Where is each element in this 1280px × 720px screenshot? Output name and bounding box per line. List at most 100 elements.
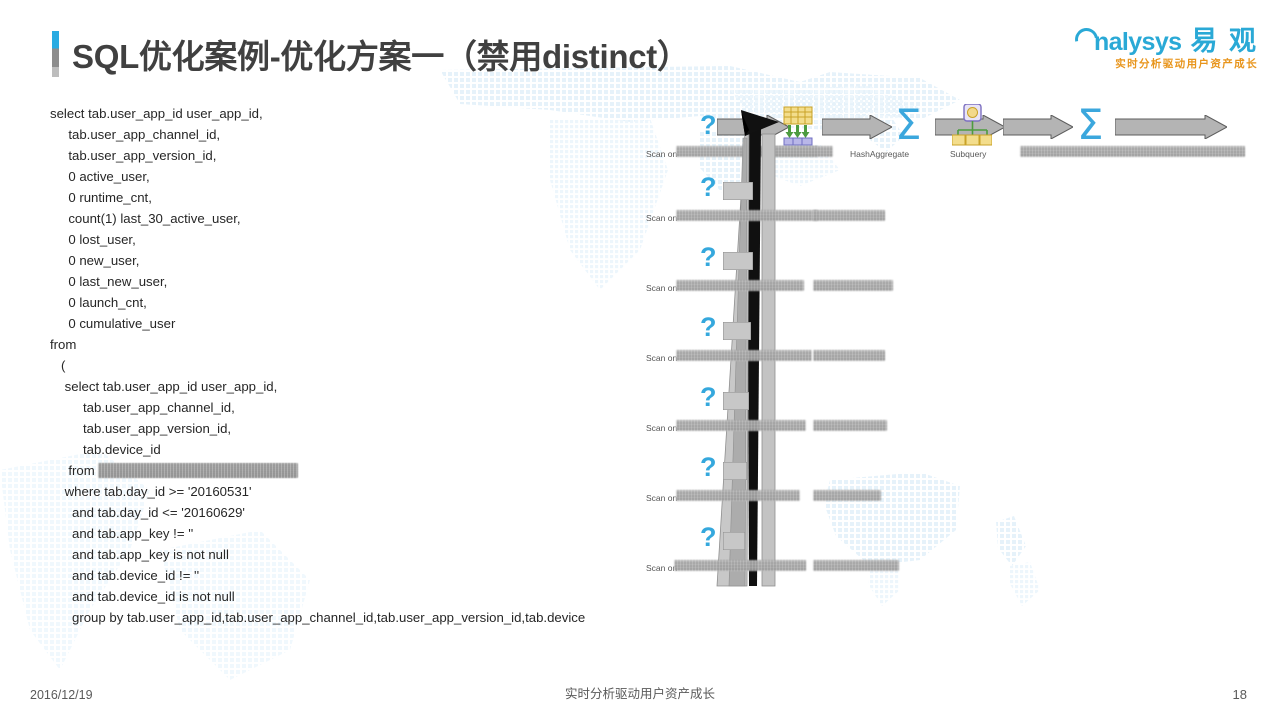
scan-stub-arrow-5	[723, 462, 747, 480]
sql-line: select tab.user_app_id user_app_id,	[50, 103, 650, 124]
sql-line: select tab.user_app_id user_app_id,	[50, 376, 650, 397]
flow-arrow-5	[1115, 115, 1227, 139]
redacted-scan-right-3	[813, 350, 885, 361]
query-execution-plan-diagram: ? Scan on Σ HashAggregate Subquery Σ ? S…	[645, 98, 1245, 588]
redacted-scan-right-4	[813, 420, 887, 431]
sql-line-text: and tab.app_key != ''	[50, 526, 194, 541]
redacted-scan-left-6	[674, 560, 806, 571]
redacted-scan-right-6	[813, 560, 899, 571]
question-mark-icon-3: ?	[700, 312, 717, 342]
logo-english: nalysys	[1093, 28, 1182, 56]
flow-arrow-2	[822, 115, 892, 139]
sql-line-text: tab.user_app_channel_id,	[50, 400, 235, 415]
sql-line: 0 new_user,	[50, 250, 650, 271]
title-accent-bar	[52, 31, 59, 77]
sql-line-text: select tab.user_app_id user_app_id,	[50, 379, 278, 394]
sql-code-block: select tab.user_app_id user_app_id, tab.…	[50, 103, 650, 628]
sql-line: tab.user_app_version_id,	[50, 418, 650, 439]
scan-on-label-6: Scan on	[646, 563, 678, 573]
scan-stub-arrow-3	[723, 322, 751, 340]
subquery-label: Subquery	[950, 149, 987, 159]
sql-line-text: and tab.app_key is not null	[50, 547, 229, 562]
sql-line: and tab.app_key != ''	[50, 523, 650, 544]
sql-line-text: and tab.device_id is not null	[50, 589, 235, 604]
footer-slogan: 实时分析驱动用户资产成长	[564, 687, 715, 701]
sql-line: tab.user_app_version_id,	[50, 145, 650, 166]
logo-tagline: 实时分析驱动用户资产成长	[1115, 58, 1258, 70]
sql-line-text: and tab.day_id <= '20160629'	[50, 505, 245, 520]
sql-line-text: from	[50, 463, 99, 478]
sql-line: and tab.device_id is not null	[50, 586, 650, 607]
redacted-scan-left-1	[676, 210, 818, 221]
scan-stub-arrow-2	[723, 252, 753, 270]
scan-on-label-2: Scan on	[646, 283, 678, 293]
sql-line: and tab.day_id <= '20160629'	[50, 502, 650, 523]
scan-stub-arrow-6	[723, 532, 745, 550]
question-mark-icon-2: ?	[700, 242, 717, 272]
page-title: SQL优化案例-优化方案一（禁用distinct）	[72, 38, 690, 75]
sql-line-text: 0 new_user,	[50, 253, 140, 268]
redacted-scan-right-2	[813, 280, 893, 291]
sql-line: from	[50, 334, 650, 355]
sql-line: group by tab.user_app_id,tab.user_app_ch…	[50, 607, 650, 628]
footer-page-number: 18	[1232, 687, 1247, 702]
slide: SQL优化案例-优化方案一（禁用distinct） nalysys 易 观 实时…	[0, 0, 1280, 720]
scan-on-label-0: Scan on	[646, 149, 678, 159]
sql-line-text: from	[50, 337, 77, 352]
sql-line: 0 active_user,	[50, 166, 650, 187]
sigma-icon-final: Σ	[1077, 100, 1104, 149]
logo-chinese: 易 观	[1190, 26, 1258, 56]
redacted-scan-left-5	[676, 490, 800, 501]
redacted-final-label	[1020, 146, 1245, 157]
sql-line-text: select tab.user_app_id user_app_id,	[50, 106, 263, 121]
sql-line: and tab.app_key is not null	[50, 544, 650, 565]
question-mark-icon-6: ?	[700, 522, 717, 552]
sql-line-text: count(1) last_30_active_user,	[50, 211, 241, 226]
scan-on-label-1: Scan on	[646, 213, 678, 223]
sql-line-text: group by tab.user_app_id,tab.user_app_ch…	[50, 610, 586, 625]
sql-line-text: where tab.day_id >= '20160531'	[50, 484, 252, 499]
redacted-scan-left-2	[676, 280, 804, 291]
sql-line-text: 0 active_user,	[50, 169, 150, 184]
redacted-table-name	[98, 463, 299, 478]
sql-line-text: 0 lost_user,	[50, 232, 136, 247]
sql-line: and tab.device_id != ''	[50, 565, 650, 586]
sql-line: (	[50, 355, 650, 376]
sql-line-text: (	[50, 358, 66, 373]
sql-line: where tab.day_id >= '20160531'	[50, 481, 650, 502]
sql-line-text: 0 cumulative_user	[50, 316, 176, 331]
sql-line-text: tab.device_id	[50, 442, 161, 457]
sql-line: tab.user_app_channel_id,	[50, 124, 650, 145]
redacted-scan-left-3	[676, 350, 812, 361]
redacted-scan-left-4	[676, 420, 806, 431]
sql-line: count(1) last_30_active_user,	[50, 208, 650, 229]
sql-line-text: and tab.device_id != ''	[50, 568, 200, 583]
scan-on-label-4: Scan on	[646, 423, 678, 433]
subquery-node-icon	[951, 103, 993, 151]
sql-line: 0 last_new_user,	[50, 271, 650, 292]
question-mark-icon-4: ?	[700, 382, 717, 412]
sql-line: 0 launch_cnt,	[50, 292, 650, 313]
hashaggregate-label: HashAggregate	[850, 149, 910, 159]
question-mark-icon-1: ?	[700, 172, 717, 202]
redacted-scan-right-1	[813, 210, 885, 221]
sql-line-text: tab.user_app_channel_id,	[50, 127, 221, 142]
scan-stub-arrow-1	[723, 182, 753, 200]
sql-line-text: 0 launch_cnt,	[50, 295, 147, 310]
scan-on-label-5: Scan on	[646, 493, 678, 503]
sql-line-text: tab.user_app_version_id,	[50, 148, 217, 163]
flow-arrow-4	[1003, 115, 1073, 139]
sql-line-text: 0 last_new_user,	[50, 274, 168, 289]
sql-line: 0 runtime_cnt,	[50, 187, 650, 208]
scan-stub-arrow-4	[723, 392, 749, 410]
sql-line-text: 0 runtime_cnt,	[50, 190, 152, 205]
sigma-icon-hashaggregate: Σ	[895, 100, 922, 149]
sql-line: 0 cumulative_user	[50, 313, 650, 334]
sql-line: tab.device_id	[50, 439, 650, 460]
brand-logo: nalysys 易 观 实时分析驱动用户资产成长	[1070, 23, 1258, 70]
redacted-scan-right-5	[813, 490, 881, 501]
sql-line: 0 lost_user,	[50, 229, 650, 250]
slide-title-row: SQL优化案例-优化方案一（禁用distinct）	[52, 26, 690, 82]
scan-on-label-3: Scan on	[646, 353, 678, 363]
sql-line-text: tab.user_app_version_id,	[50, 421, 232, 436]
